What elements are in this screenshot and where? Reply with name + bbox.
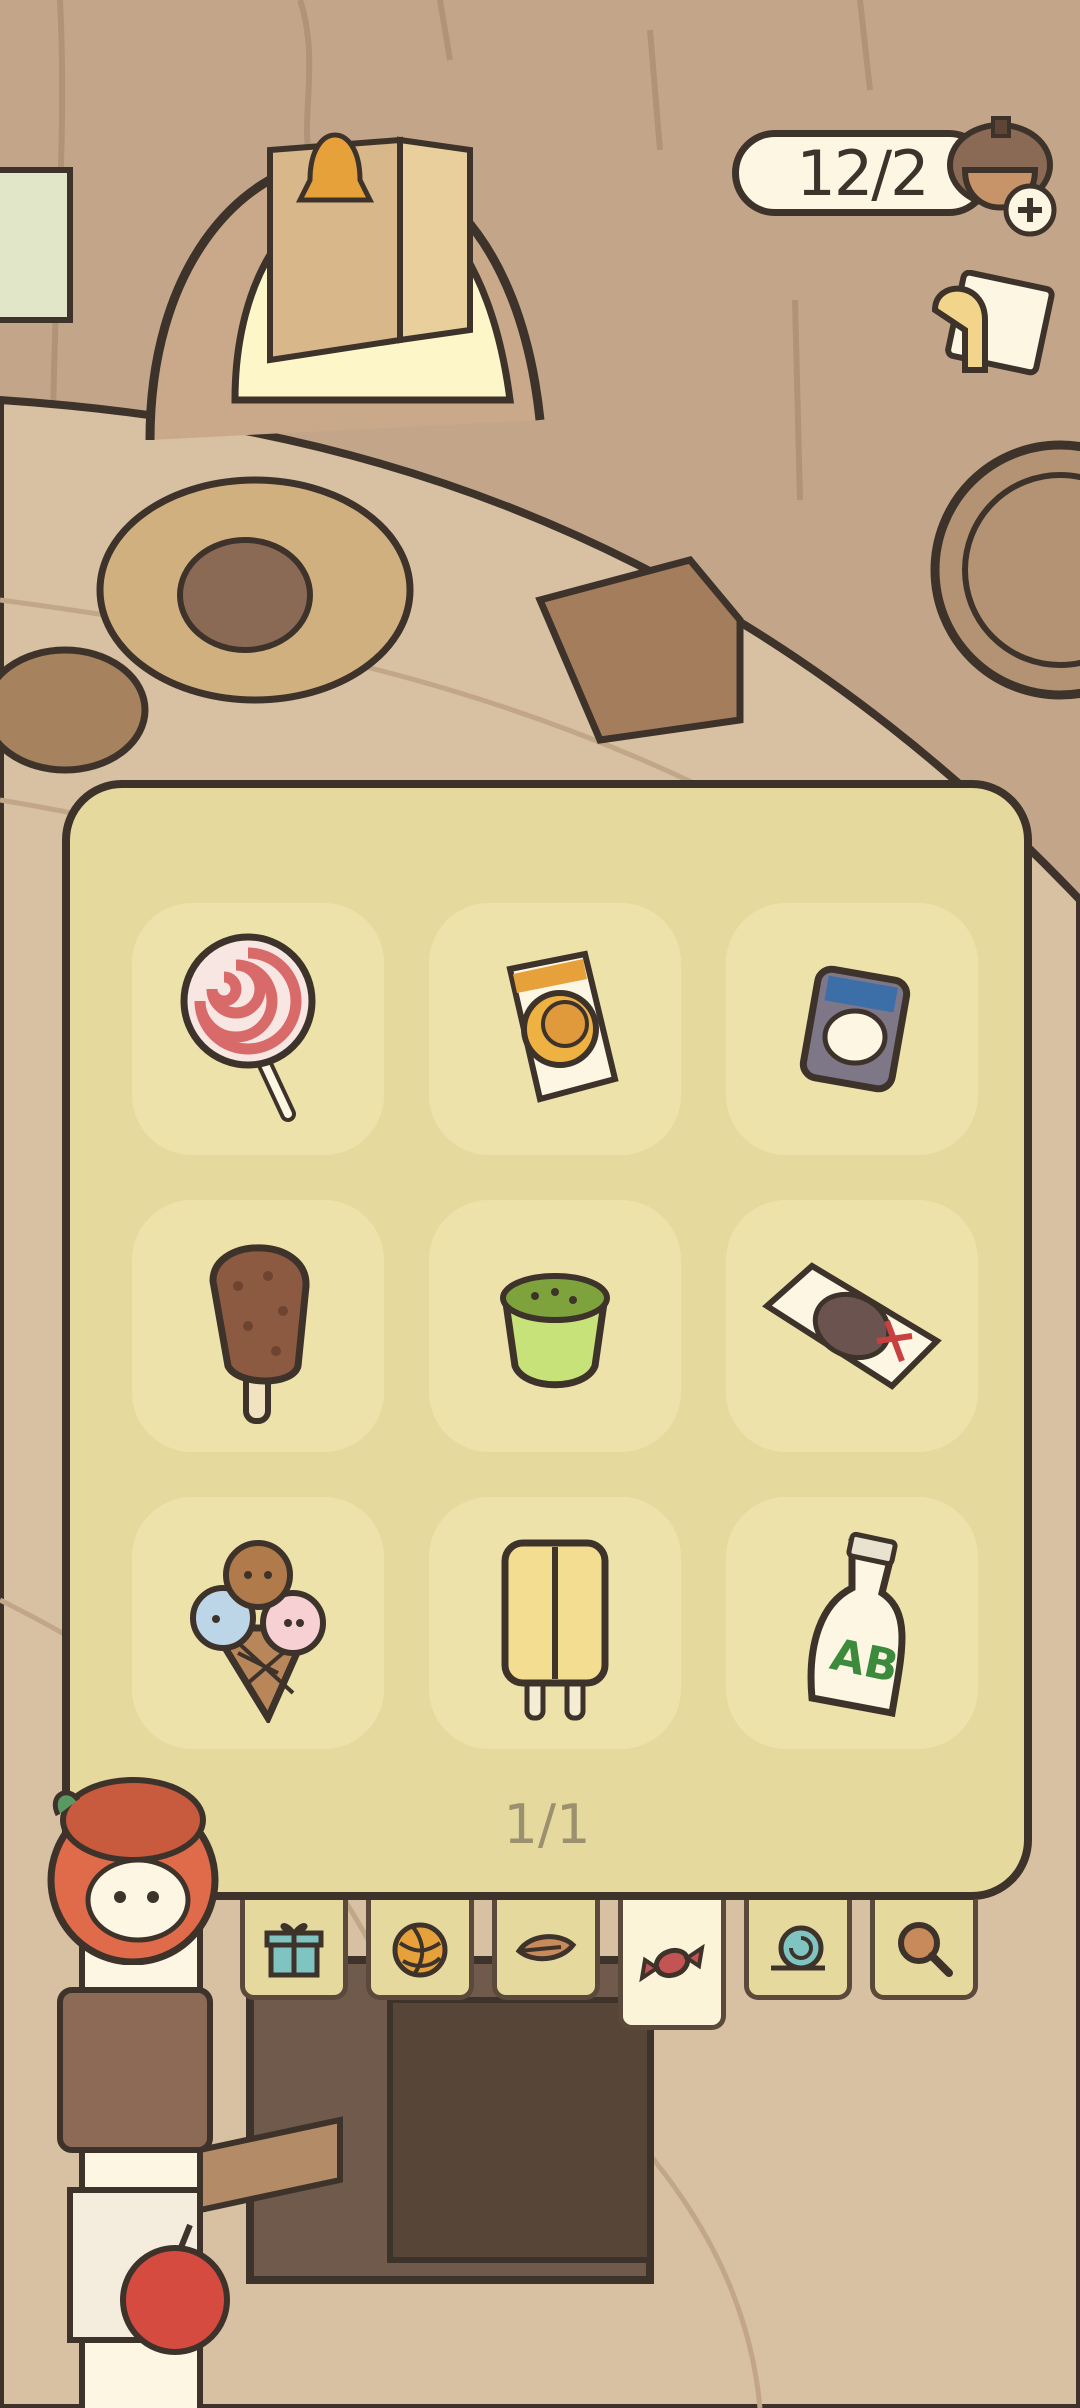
twin-popsicle-icon	[501, 1539, 609, 1721]
candy-icon	[639, 1943, 705, 1982]
leaf-icon	[515, 1933, 577, 1961]
item-slot-twin-popsicle[interactable]	[429, 1497, 681, 1749]
tab-yarn[interactable]	[366, 1900, 474, 2000]
character-avatar[interactable]	[38, 1765, 228, 1965]
animal-ice-cream-cone-icon	[190, 1540, 326, 1723]
item-slot-animal-ice-cream-cone[interactable]	[132, 1497, 384, 1749]
tab-leaf[interactable]	[492, 1900, 600, 2000]
item-slot-lollipop[interactable]	[132, 903, 384, 1155]
tab-snail-shell[interactable]	[744, 1900, 852, 2000]
item-slot-wrapped-candy[interactable]	[429, 903, 681, 1155]
item-slot-pudding-jar[interactable]	[726, 903, 978, 1155]
inventory-panel: AB 1/1	[62, 780, 1032, 1900]
wrapped-candy-icon	[506, 950, 619, 1103]
tab-candy[interactable]	[618, 1900, 726, 2030]
memo-hand-icon[interactable]	[925, 270, 1055, 390]
chocolate-ice-pop-icon	[209, 1244, 310, 1424]
yarn-ball-icon	[392, 1922, 448, 1977]
gift-icon	[264, 1922, 324, 1977]
ab-milk-bottle-icon: AB	[807, 1531, 906, 1718]
matcha-cup-icon	[500, 1273, 610, 1389]
item-slot-ab-milk-bottle[interactable]: AB	[726, 1497, 978, 1749]
pudding-jar-icon	[799, 965, 911, 1093]
item-slot-chocolate-bar-pack[interactable]	[726, 1200, 978, 1452]
tab-gift[interactable]	[240, 1900, 348, 2000]
acorn-plus-icon[interactable]	[945, 110, 1065, 250]
magnifier-icon	[898, 1921, 953, 1977]
lollipop-icon	[180, 933, 316, 1122]
item-slot-chocolate-ice-pop[interactable]	[132, 1200, 384, 1452]
item-slot-matcha-cup[interactable]	[429, 1200, 681, 1452]
chocolate-bar-pack-icon	[762, 1262, 942, 1390]
snail-shell-icon	[771, 1925, 825, 1970]
tab-magnifier[interactable]	[870, 1900, 978, 2000]
